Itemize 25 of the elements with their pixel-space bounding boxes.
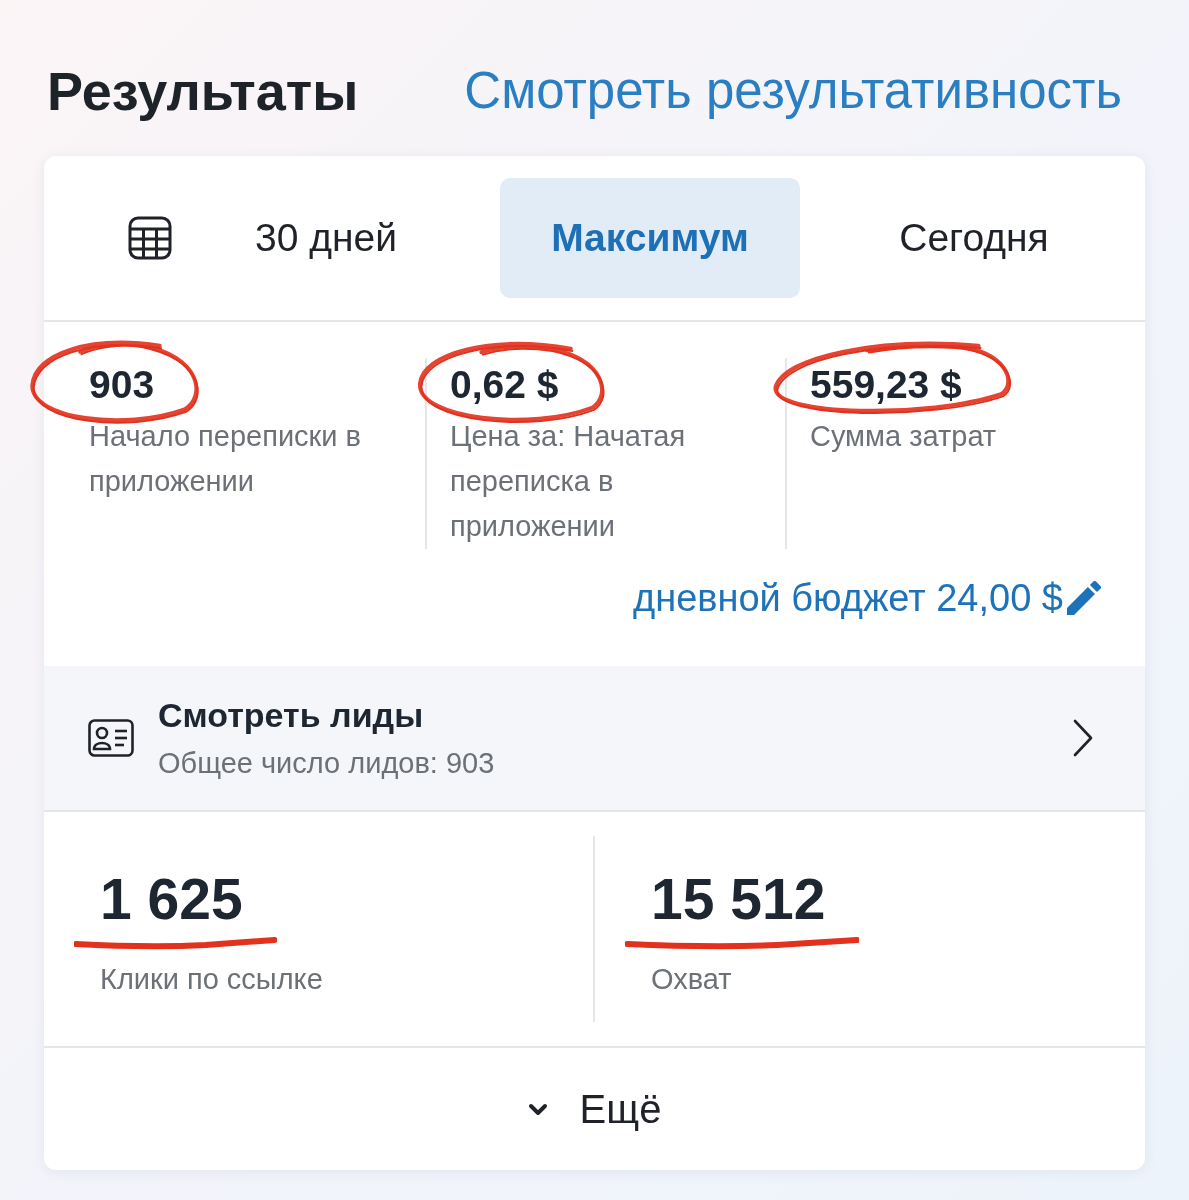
leads-row[interactable]: Смотреть лиды Общее число лидов: 903 xyxy=(44,666,1145,812)
daily-budget-link[interactable]: дневной бюджет 24,00 $ xyxy=(632,575,1101,621)
metric-label: Сумма затрат xyxy=(810,419,998,454)
metric-value: 0,62 $ xyxy=(450,361,559,409)
metric-value: 903 xyxy=(89,361,155,409)
metric-value: 559,23 $ xyxy=(810,361,962,409)
stat-value: 15 512 xyxy=(651,864,826,934)
chevron-right-icon xyxy=(1073,719,1093,757)
stat-label: Клики по ссылке xyxy=(100,962,324,997)
id-card-icon xyxy=(88,719,134,757)
stat-value: 1 625 xyxy=(100,864,243,934)
show-more-button[interactable]: Ещё xyxy=(527,1084,662,1134)
metric-label: Начало переписки в приложении xyxy=(89,419,362,499)
leads-count: Общее число лидов: 903 xyxy=(158,746,496,781)
period-tab[interactable]: Сегодня xyxy=(824,178,1124,298)
period-tab[interactable]: Максимум xyxy=(500,178,800,298)
chevron-down-icon xyxy=(527,1102,548,1116)
metric-label: Цена за: Начатая переписка в приложении xyxy=(450,419,687,544)
section-title: Результаты xyxy=(47,60,359,123)
stat-label: Охват xyxy=(651,962,733,997)
table-calendar-icon[interactable] xyxy=(128,216,172,260)
period-tab[interactable]: 30 дней xyxy=(176,178,476,298)
view-performance-link[interactable]: Смотреть результативность xyxy=(464,59,1122,123)
pencil-icon xyxy=(1067,581,1101,615)
leads-title: Смотреть лиды xyxy=(158,695,425,736)
